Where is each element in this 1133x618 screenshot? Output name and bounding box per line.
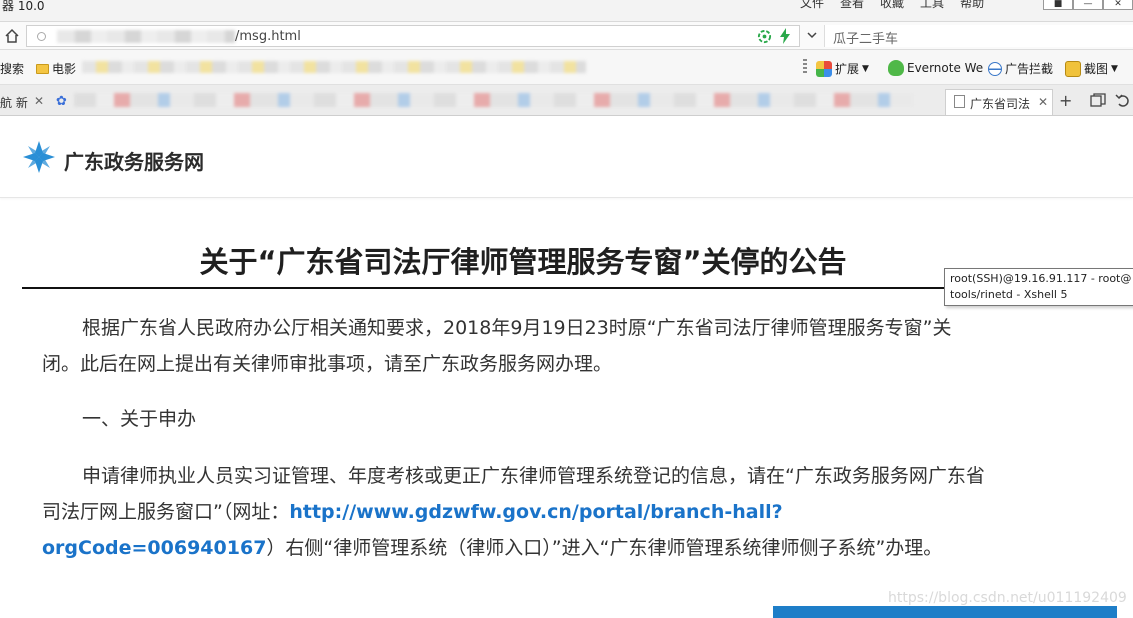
screenshot-label: 截图: [1084, 62, 1109, 76]
paragraph-text-after: ）右侧“律师管理系统（律师入口）”进入“广东律师管理系统律师侧子系统”办理。: [266, 537, 943, 559]
paw-icon: ✿: [56, 94, 67, 109]
close-tab-icon[interactable]: ✕: [34, 94, 44, 108]
footer-blue-bar: [773, 606, 1117, 618]
gd-gov-logo-icon[interactable]: [22, 140, 56, 174]
taskbar-tooltip: root(SSH)@19.16.91.117 - root@ tools/rin…: [944, 268, 1133, 306]
url-redacted-host: [57, 30, 235, 43]
caret-down-icon: ▼: [862, 63, 869, 74]
tooltip-line-1: root(SSH)@19.16.91.117 - root@: [950, 272, 1132, 285]
bookmark-search[interactable]: 搜索: [0, 60, 24, 77]
window-title: 器 10.0: [2, 0, 45, 13]
folder-icon: [36, 63, 49, 74]
tab-active-label: 广东省司法: [970, 97, 1031, 111]
scissors-icon: [1065, 60, 1081, 77]
menu-tools[interactable]: 工具: [920, 0, 944, 9]
tabs-redacted: [74, 93, 914, 107]
extensions-icon: [816, 60, 832, 77]
tooltip-line-2: tools/rinetd - Xshell 5: [950, 288, 1068, 301]
tab-strip: 航 新 ✕ ✿ 广东省司法 ✕ +: [0, 85, 1133, 116]
url-input[interactable]: /msg.html: [26, 25, 800, 47]
close-window-button[interactable]: ✕: [1103, 0, 1133, 10]
home-icon[interactable]: [4, 28, 20, 44]
bookmark-movies[interactable]: 电影: [36, 60, 76, 77]
menu-favorites[interactable]: 收藏: [880, 0, 904, 9]
section-heading: 一、关于申办: [82, 408, 197, 430]
screenshot-button[interactable]: 截图 ▼: [1065, 60, 1118, 77]
site-info-icon[interactable]: [37, 32, 46, 41]
bookmarks-bar: 搜索 电影 扩展 ▼ Evernote We 广告拦截 截图 ▼: [0, 50, 1133, 85]
security-check-icon[interactable]: [757, 29, 772, 44]
window-controls: ■ — ✕: [1043, 0, 1133, 10]
title-divider: [22, 287, 1024, 289]
article-title: 关于“广东省司法厅律师管理服务专窗”关停的公告: [199, 245, 847, 279]
menu-view[interactable]: 查看: [840, 0, 864, 9]
caret-down-icon: ▼: [1111, 63, 1118, 74]
site-header: 广东政务服务网: [0, 116, 1133, 198]
tab-first[interactable]: 航 新 ✕: [0, 89, 50, 115]
menu-help[interactable]: 帮助: [960, 0, 984, 9]
undo-close-icon[interactable]: [1115, 93, 1131, 107]
tab-active[interactable]: 广东省司法 ✕: [945, 89, 1053, 115]
address-bar: /msg.html 瓜子二手车: [0, 22, 1133, 50]
bookmarks-redacted: [82, 61, 586, 73]
close-tab-icon[interactable]: ✕: [1038, 95, 1048, 109]
paragraph-notice: 根据广东省人民政府办公厅相关通知要求，2018年9月19日23时原“广东省司法厅…: [42, 317, 952, 375]
toolbar-divider: [803, 59, 807, 75]
adblock-icon: [988, 61, 1002, 76]
bookmark-movies-label: 电影: [52, 62, 77, 76]
bookmark-search-label: 搜索: [0, 62, 25, 76]
paragraph-application: 申请律师执业人员实习证管理、年度考核或更正广东律师管理系统登记的信息，请在“广东…: [42, 458, 1002, 566]
restore-tabs-icon[interactable]: [1090, 93, 1106, 107]
search-placeholder: 瓜子二手车: [833, 32, 899, 47]
watermark: https://blog.csdn.net/u011192409: [888, 590, 1127, 606]
search-input[interactable]: 瓜子二手车: [824, 25, 1133, 47]
menu-file[interactable]: 文件: [800, 0, 824, 9]
chevron-down-icon[interactable]: [806, 29, 818, 41]
page-icon: [954, 95, 965, 111]
extensions-button[interactable]: 扩展 ▼: [816, 60, 869, 77]
url-text: /msg.html: [235, 29, 301, 44]
extensions-label: 扩展: [835, 62, 860, 76]
tab-first-label: 航 新: [0, 96, 28, 110]
site-name[interactable]: 广东政务服务网: [64, 146, 204, 175]
evernote-icon: [888, 60, 904, 76]
minimize-button[interactable]: —: [1073, 0, 1103, 10]
evernote-label: Evernote We: [907, 61, 984, 75]
evernote-button[interactable]: Evernote We: [888, 60, 983, 76]
adblock-label: 广告拦截: [1005, 62, 1054, 76]
browser-titlebar: 器 10.0 文件 查看 收藏 工具 帮助 ■ — ✕: [0, 0, 1133, 22]
new-tab-button[interactable]: +: [1059, 91, 1072, 110]
skin-button[interactable]: ■: [1043, 0, 1073, 10]
speed-mode-icon[interactable]: [779, 28, 791, 44]
tab-baidu[interactable]: ✿: [54, 89, 74, 115]
menu-bar: 文件 查看 收藏 工具 帮助: [800, 0, 984, 9]
adblock-button[interactable]: 广告拦截: [988, 60, 1053, 77]
